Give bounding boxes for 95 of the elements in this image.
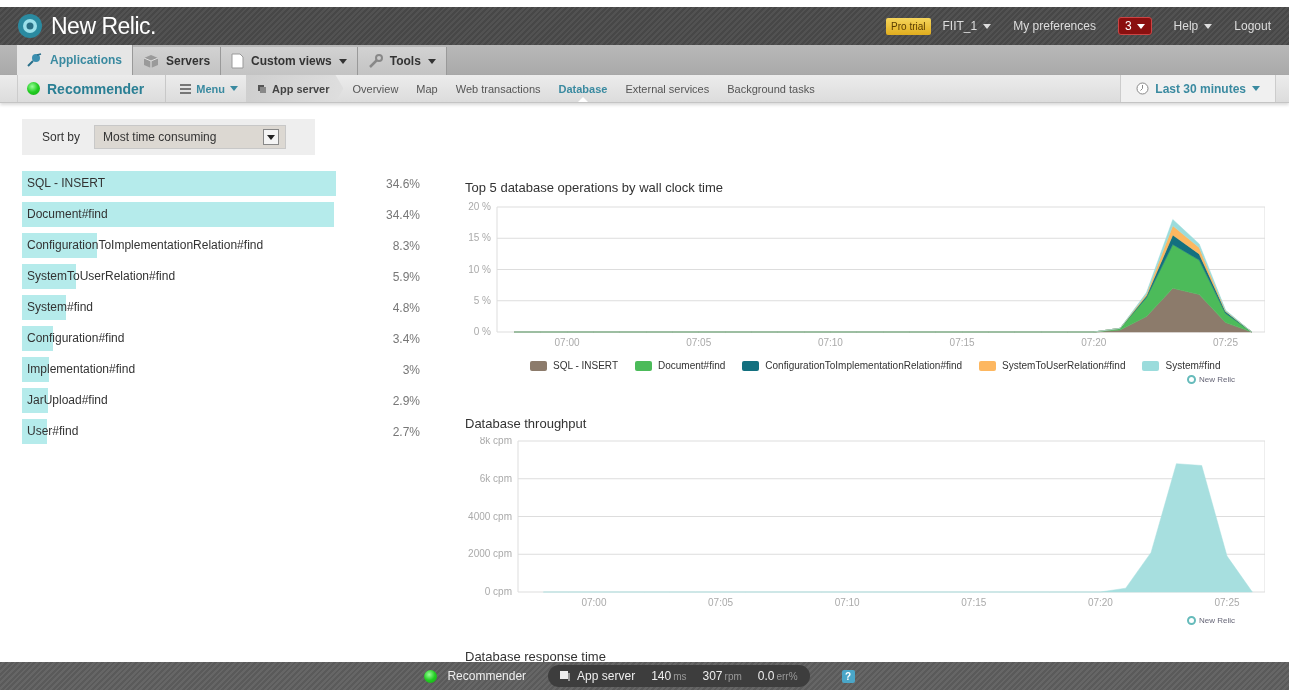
legend-label: SQL - INSERT xyxy=(553,360,618,371)
clock-icon xyxy=(1136,82,1150,95)
axis-label: 07:05 xyxy=(708,597,734,608)
trial-badge[interactable]: Pro trial xyxy=(886,17,931,35)
axis-label: 6k cpm xyxy=(479,472,512,484)
operation-share: 2.9% xyxy=(392,393,420,408)
operation-share: 3.4% xyxy=(392,331,420,346)
throughput: 307 rpm xyxy=(702,669,742,683)
nav-link[interactable]: Map xyxy=(407,75,447,102)
operation-share: 4.8% xyxy=(392,300,420,315)
legend-label: ConfigurationToImplementationRelation#find xyxy=(765,360,963,371)
nav-tab[interactable]: Tools xyxy=(357,47,447,75)
section-title: Database response time xyxy=(465,649,607,664)
logout-link[interactable]: Logout xyxy=(1234,19,1271,33)
operation-name[interactable]: System#find xyxy=(22,300,94,314)
operation-name[interactable]: SystemToUserRelation#find xyxy=(22,269,176,283)
axis-label: 07:10 xyxy=(834,597,860,608)
account-menu[interactable]: FIIT_1 xyxy=(942,19,992,33)
axis-label: 15 % xyxy=(468,232,491,244)
operation-name[interactable]: SQL - INSERT xyxy=(22,176,106,190)
nav-link[interactable]: External services xyxy=(616,75,719,102)
response-time: 140 ms xyxy=(651,669,687,683)
app-name[interactable]: Recommender xyxy=(447,669,527,683)
server-icon xyxy=(560,671,571,681)
help-menu[interactable]: Help xyxy=(1173,19,1213,33)
legend-label: System#find xyxy=(1165,360,1221,371)
sort-dropdown[interactable]: Most time consuming xyxy=(94,125,286,149)
axis-label: 0 cpm xyxy=(484,586,512,597)
dropdown-button[interactable] xyxy=(263,129,279,145)
legend-label: Document#find xyxy=(658,360,726,371)
axis-label: 07:20 xyxy=(1087,597,1113,608)
axis-label: 07:15 xyxy=(949,337,975,348)
logo-icon xyxy=(1187,375,1196,384)
menu-icon xyxy=(180,83,192,94)
operation-share: 3% xyxy=(402,362,420,377)
nav-link[interactable]: Web transactions xyxy=(446,75,550,102)
caret-icon xyxy=(267,134,275,140)
operation-share: 34.6% xyxy=(385,176,420,191)
operation-name[interactable]: User#find xyxy=(22,424,79,438)
time-range-picker[interactable]: Last 30 minutes xyxy=(1120,75,1276,102)
status-dot xyxy=(27,82,40,95)
breadcrumb[interactable]: App server xyxy=(246,75,344,102)
axis-label: 07:10 xyxy=(817,337,843,348)
cube-icon xyxy=(143,53,159,69)
status-dot xyxy=(424,669,438,683)
chart-title: Database throughput xyxy=(465,416,588,431)
operation-share: 2.7% xyxy=(392,424,420,439)
axis-label: 4000 cpm xyxy=(468,510,512,522)
axis-label: 07:25 xyxy=(1213,337,1238,348)
nav-tab[interactable]: Custom views xyxy=(221,47,358,75)
preferences-link[interactable]: My preferences xyxy=(1013,19,1096,33)
operation-name[interactable]: ConfigurationToImplementationRelation#find xyxy=(22,238,264,252)
logo-icon xyxy=(17,13,43,39)
document-icon xyxy=(231,53,245,69)
axis-label: 10 % xyxy=(468,263,491,275)
notifications-button[interactable]: 3 xyxy=(1117,17,1152,35)
axis-label: 07:15 xyxy=(961,597,987,608)
app-name[interactable]: Recommender xyxy=(17,75,167,102)
axis-label: 0 % xyxy=(473,326,491,337)
caret-icon xyxy=(230,86,238,91)
axis-label: 07:00 xyxy=(581,597,607,608)
operation-name[interactable]: JarUpload#find xyxy=(22,393,108,407)
caret-icon xyxy=(1136,23,1145,29)
axis-label: 07:25 xyxy=(1214,597,1240,608)
nav-tab[interactable]: Servers xyxy=(133,47,222,75)
operation-share: 5.9% xyxy=(392,269,420,284)
wrench-icon xyxy=(367,53,383,69)
logo-text[interactable]: New Relic. xyxy=(51,12,156,40)
axis-label: 2000 cpm xyxy=(468,548,512,560)
axis-label: 5 % xyxy=(473,294,491,306)
operation-share: 34.4% xyxy=(385,207,420,222)
operation-name[interactable]: Configuration#find xyxy=(22,331,125,345)
error-rate: 0.0 err% xyxy=(757,669,798,683)
caret-icon xyxy=(1204,23,1213,29)
legend-label: SystemToUserRelation#find xyxy=(1002,360,1126,371)
operation-share: 8.3% xyxy=(392,238,420,253)
server-icon xyxy=(258,84,266,93)
caret-icon xyxy=(1252,86,1260,91)
logo-icon xyxy=(1187,616,1196,625)
axis-label: 07:00 xyxy=(554,337,580,348)
sort-label: Sort by xyxy=(42,130,80,144)
plug-icon xyxy=(27,53,43,67)
axis-label: 8k cpm xyxy=(479,437,512,446)
caret-icon xyxy=(983,23,992,29)
chart-credit: New Relic xyxy=(1199,616,1235,625)
chart-title: Top 5 database operations by wall clock time xyxy=(465,180,724,195)
operation-name[interactable]: Document#find xyxy=(22,207,108,221)
axis-label: 07:05 xyxy=(686,337,712,348)
chart-credit: New Relic xyxy=(1199,375,1235,384)
operation-name[interactable]: Implementation#find xyxy=(22,362,136,376)
nav-link[interactable]: Background tasks xyxy=(718,75,824,102)
nav-link[interactable]: Overview xyxy=(343,75,408,102)
axis-label: 20 % xyxy=(468,201,491,212)
server-label: App server xyxy=(577,669,636,683)
axis-label: 07:20 xyxy=(1081,337,1107,348)
